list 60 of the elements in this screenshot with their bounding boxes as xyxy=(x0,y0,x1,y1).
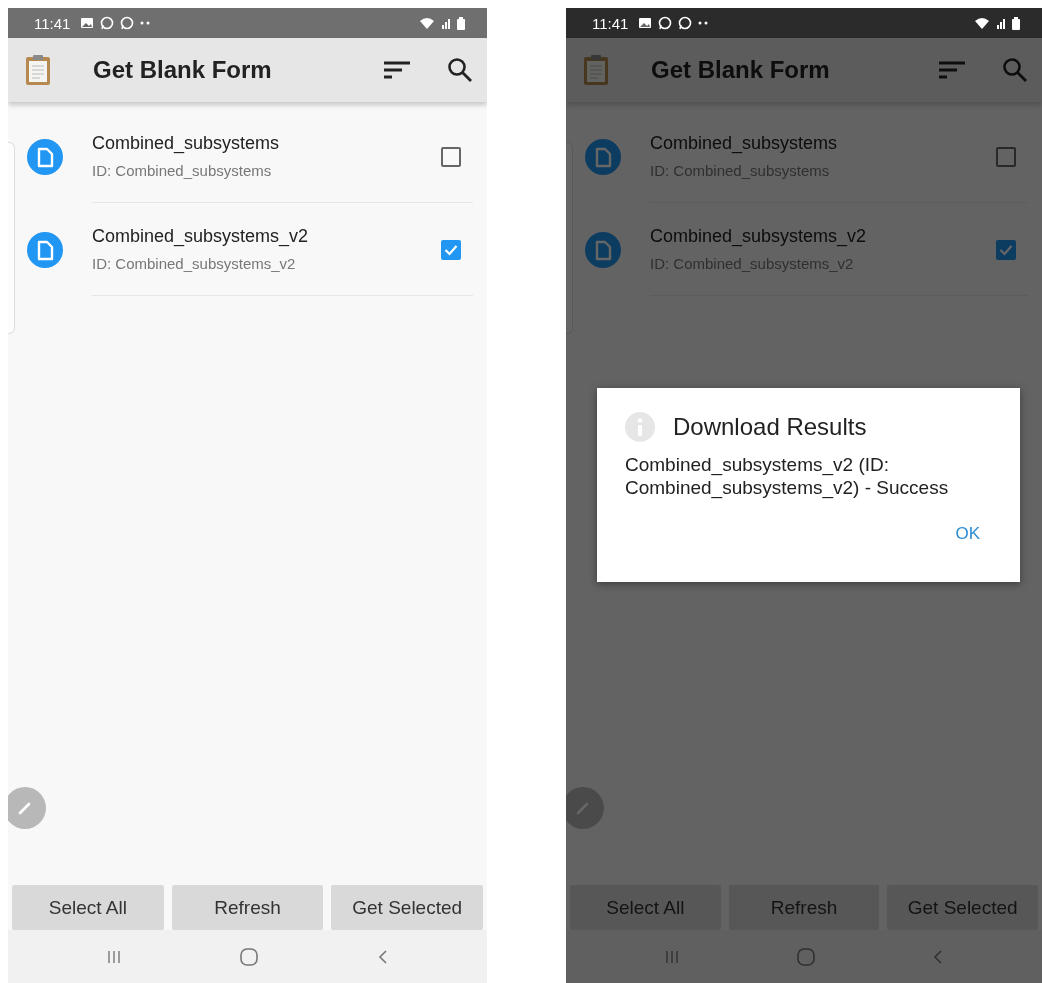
chat-icon xyxy=(100,16,115,30)
document-icon xyxy=(27,231,63,268)
recents-icon[interactable] xyxy=(664,948,679,965)
action-button[interactable]: Get Selected xyxy=(331,885,483,930)
more-dots-icon xyxy=(698,21,709,25)
battery-icon xyxy=(1012,16,1020,30)
form-id: ID: Combined_subsystems xyxy=(92,162,273,179)
action-button[interactable]: Refresh xyxy=(728,885,880,930)
action-button[interactable]: Refresh xyxy=(171,885,324,930)
signal-icon xyxy=(996,17,1006,29)
form-id: ID: Combined_subsystems_v2 xyxy=(92,255,297,272)
more-dots-icon xyxy=(140,21,151,25)
home-icon[interactable] xyxy=(239,946,260,967)
home-icon[interactable] xyxy=(796,946,816,967)
document-icon xyxy=(585,138,621,175)
checkbox[interactable] xyxy=(441,239,461,260)
form-row[interactable]: Combined_subsystems_v2 ID: Combined_subsystems_v2 xyxy=(16,203,487,296)
status-time: 11:41 xyxy=(592,14,629,32)
search-icon[interactable] xyxy=(447,57,473,83)
dialog-title: Download Results xyxy=(673,413,867,441)
wifi-icon xyxy=(419,17,435,29)
pencil-icon xyxy=(17,800,33,816)
chat-icon xyxy=(678,16,693,30)
edit-button[interactable] xyxy=(566,787,604,829)
action-button[interactable]: Select All xyxy=(12,885,164,930)
edit-button[interactable] xyxy=(8,787,46,829)
clipboard-icon xyxy=(25,54,51,86)
document-icon xyxy=(27,138,63,175)
dialog-message: Combined_subsystems_v2 (ID: Combined_subsystems_v2) - Success xyxy=(625,454,950,500)
status-time: 11:41 xyxy=(34,14,71,32)
signal-icon xyxy=(441,17,451,29)
chat-icon xyxy=(120,16,135,30)
clipboard-icon xyxy=(583,54,609,86)
checkbox[interactable] xyxy=(996,146,1016,167)
wifi-icon xyxy=(974,17,990,29)
form-name: Combined_subsystems xyxy=(92,133,281,154)
checkbox[interactable] xyxy=(996,239,1016,260)
sort-icon[interactable] xyxy=(383,60,411,80)
battery-icon xyxy=(457,16,465,30)
recents-icon[interactable] xyxy=(107,948,122,965)
app-title: Get Blank Form xyxy=(93,56,273,84)
chat-icon xyxy=(658,16,673,30)
info-icon xyxy=(625,412,655,442)
form-name: Combined_subsystems xyxy=(650,133,839,154)
form-name: Combined_subsystems_v2 xyxy=(650,226,868,247)
back-icon[interactable] xyxy=(377,948,388,965)
back-icon[interactable] xyxy=(933,948,944,965)
form-row[interactable]: Combined_subsystems ID: Combined_subsystems xyxy=(16,110,487,203)
check-icon xyxy=(444,243,458,256)
app-title: Get Blank Form xyxy=(651,56,831,84)
ok-button[interactable]: OK xyxy=(955,519,980,548)
document-icon xyxy=(585,231,621,268)
action-button[interactable]: Get Selected xyxy=(887,885,1038,930)
pencil-icon xyxy=(575,800,591,816)
gallery-icon xyxy=(638,17,653,29)
action-button[interactable]: Select All xyxy=(570,885,721,930)
checkbox[interactable] xyxy=(441,146,461,167)
form-name: Combined_subsystems_v2 xyxy=(92,226,310,247)
gallery-icon xyxy=(80,17,95,29)
check-icon xyxy=(999,243,1013,256)
